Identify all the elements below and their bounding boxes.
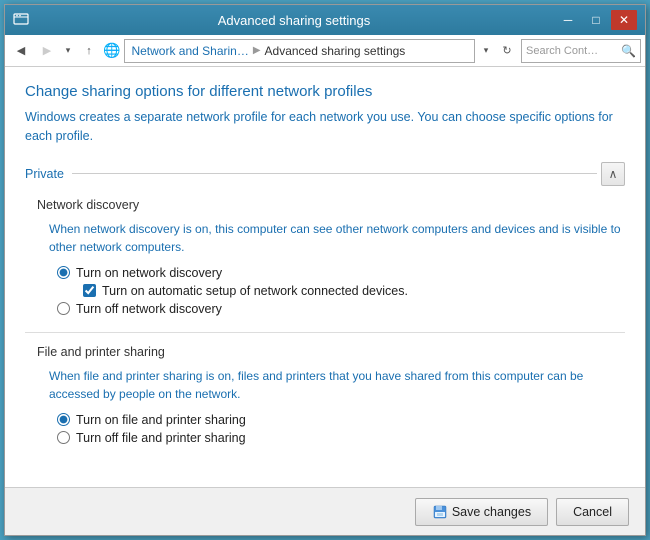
network-breadcrumb-icon: 🌐 [103,42,120,59]
footer: Save changes Cancel [5,487,645,535]
dropdown-button[interactable]: ▾ [61,39,75,63]
up-button[interactable]: ↑ [77,39,101,63]
minimize-button[interactable]: ─ [555,10,581,30]
refresh-button[interactable]: ↻ [495,39,519,63]
section-divider-line [72,173,597,174]
description-end: each profile. [25,129,93,143]
restore-button[interactable]: □ [583,10,609,30]
network-discovery-description: When network discovery is on, this compu… [49,220,625,256]
search-placeholder: Search Cont… [526,45,617,57]
fp-radio2[interactable] [57,431,70,444]
nd-option2-label: Turn off network discovery [76,302,222,316]
search-box: Search Cont… 🔍 [521,39,641,63]
nd-option1-label: Turn on network discovery [76,266,222,280]
fp-option2-label: Turn off file and printer sharing [76,431,246,445]
breadcrumb-part1[interactable]: Network and Sharin… [131,44,248,58]
network-discovery-title: Network discovery [37,198,625,212]
file-printer-options: Turn on file and printer sharing Turn of… [57,413,625,445]
nd-desc-link: network [80,240,122,254]
private-section-title: Private [25,167,64,181]
chevron-icon: ∧ [609,167,618,181]
network-discovery-subsection: Network discovery When network discovery… [37,198,625,316]
save-icon [432,504,448,520]
fp-radio1[interactable] [57,413,70,426]
page-description: Windows creates a separate network profi… [25,108,625,146]
nd-radio1[interactable] [57,266,70,279]
file-printer-title: File and printer sharing [37,345,625,359]
forward-button[interactable]: ▶ [35,39,59,63]
breadcrumb-part2: Advanced sharing settings [265,44,406,58]
nd-desc-end: computers. [125,240,184,254]
nd-suboption[interactable]: Turn on automatic setup of network conne… [83,284,625,298]
fp-option2[interactable]: Turn off file and printer sharing [57,431,625,445]
save-changes-button[interactable]: Save changes [415,498,548,526]
search-icon[interactable]: 🔍 [621,44,636,58]
window-title: Advanced sharing settings [33,13,555,28]
nd-option1[interactable]: Turn on network discovery [57,266,625,280]
section-divider [25,332,625,333]
content-area: Change sharing options for different net… [5,67,645,487]
close-button[interactable]: ✕ [611,10,637,30]
address-bar: ◀ ▶ ▾ ↑ 🌐 Network and Sharin… ▶ Advanced… [5,35,645,67]
file-printer-sharing-subsection: File and printer sharing When file and p… [37,345,625,445]
page-heading: Change sharing options for different net… [25,83,625,100]
cancel-button[interactable]: Cancel [556,498,629,526]
private-section-chevron[interactable]: ∧ [601,162,625,186]
fp-option1-label: Turn on file and printer sharing [76,413,246,427]
fp-option1[interactable]: Turn on file and printer sharing [57,413,625,427]
file-printer-description: When file and printer sharing is on, fil… [49,367,625,403]
back-button[interactable]: ◀ [9,39,33,63]
description-plain: Windows creates a separate network profi… [25,110,414,124]
main-window: Advanced sharing settings ─ □ ✕ ◀ ▶ ▾ ↑ … [4,4,646,536]
nd-checkbox[interactable] [83,284,96,297]
nd-radio2[interactable] [57,302,70,315]
fp-desc-plain: When file and printer sharing is on, fil… [49,369,401,383]
save-label: Save changes [452,505,531,519]
window-icon [13,11,29,30]
private-section-header: Private ∧ [25,162,625,186]
fp-desc-link1: shared [405,369,442,383]
nd-option2[interactable]: Turn off network discovery [57,302,625,316]
nd-suboption-label: Turn on automatic setup of network conne… [102,284,408,298]
title-bar: Advanced sharing settings ─ □ ✕ [5,5,645,35]
breadcrumb-dropdown-button[interactable]: ▾ [479,39,493,63]
breadcrumb-bar: Network and Sharin… ▶ Advanced sharing s… [124,39,475,63]
network-discovery-options: Turn on network discovery Turn on automa… [57,266,625,316]
description-link: You can choose specific options for [417,110,613,124]
title-bar-controls: ─ □ ✕ [555,10,637,30]
breadcrumb-arrow: ▶ [253,45,261,56]
